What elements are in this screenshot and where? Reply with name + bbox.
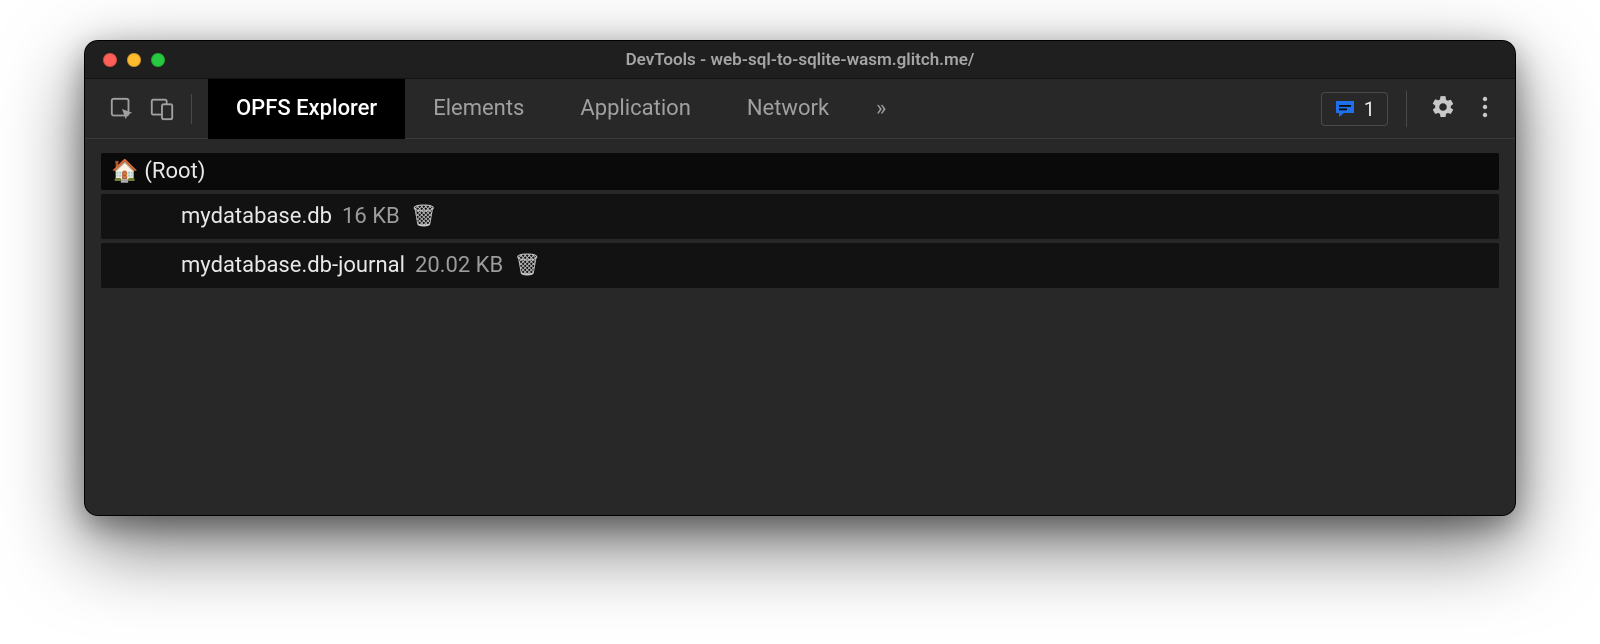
house-icon: 🏠: [111, 161, 138, 183]
delete-file-button[interactable]: 🗑: [410, 204, 438, 229]
close-window-button[interactable]: [103, 53, 117, 67]
file-size: 20.02 KB: [415, 253, 503, 278]
trash-icon: 🗑: [513, 253, 541, 278]
inspect-element-button[interactable]: [105, 92, 139, 126]
issues-badge[interactable]: 1: [1321, 92, 1388, 126]
window-title: DevTools - web-sql-to-sqlite-wasm.glitch…: [85, 50, 1515, 70]
settings-button[interactable]: [1425, 91, 1461, 127]
tree-root-row[interactable]: 🏠 (Root): [101, 153, 1499, 190]
toolbar-separator-right: [1406, 91, 1407, 127]
more-options-button[interactable]: [1467, 91, 1503, 127]
kebab-icon: [1482, 96, 1488, 122]
toolbar-separator: [191, 94, 192, 124]
trash-icon: 🗑: [410, 204, 438, 229]
issues-count: 1: [1364, 97, 1375, 121]
file-row[interactable]: mydatabase.db-journal 20.02 KB 🗑: [101, 243, 1499, 288]
tree-root-label: (Root): [144, 159, 205, 184]
titlebar: DevTools - web-sql-to-sqlite-wasm.glitch…: [85, 41, 1515, 79]
gear-icon: [1430, 94, 1456, 124]
opfs-explorer-panel: 🏠 (Root) mydatabase.db 16 KB 🗑 mydatabas…: [85, 139, 1515, 515]
tab-application[interactable]: Application: [552, 79, 718, 139]
tab-elements[interactable]: Elements: [405, 79, 552, 139]
tab-opfs-explorer[interactable]: OPFS Explorer: [208, 79, 405, 139]
issues-icon: [1334, 99, 1356, 119]
traffic-lights: [85, 53, 165, 67]
maximize-window-button[interactable]: [151, 53, 165, 67]
toolbar: OPFS Explorer Elements Application Netwo…: [85, 79, 1515, 139]
tab-network[interactable]: Network: [719, 79, 857, 139]
tab-strip: OPFS Explorer Elements Application Netwo…: [208, 79, 901, 139]
minimize-window-button[interactable]: [127, 53, 141, 67]
device-toggle-button[interactable]: [145, 92, 179, 126]
delete-file-button[interactable]: 🗑: [513, 253, 541, 278]
file-row[interactable]: mydatabase.db 16 KB 🗑: [101, 194, 1499, 239]
file-name: mydatabase.db: [181, 204, 332, 229]
more-tabs-button[interactable]: »: [861, 79, 901, 139]
file-name: mydatabase.db-journal: [181, 253, 405, 278]
devtools-window: DevTools - web-sql-to-sqlite-wasm.glitch…: [84, 40, 1516, 516]
file-size: 16 KB: [342, 204, 400, 229]
